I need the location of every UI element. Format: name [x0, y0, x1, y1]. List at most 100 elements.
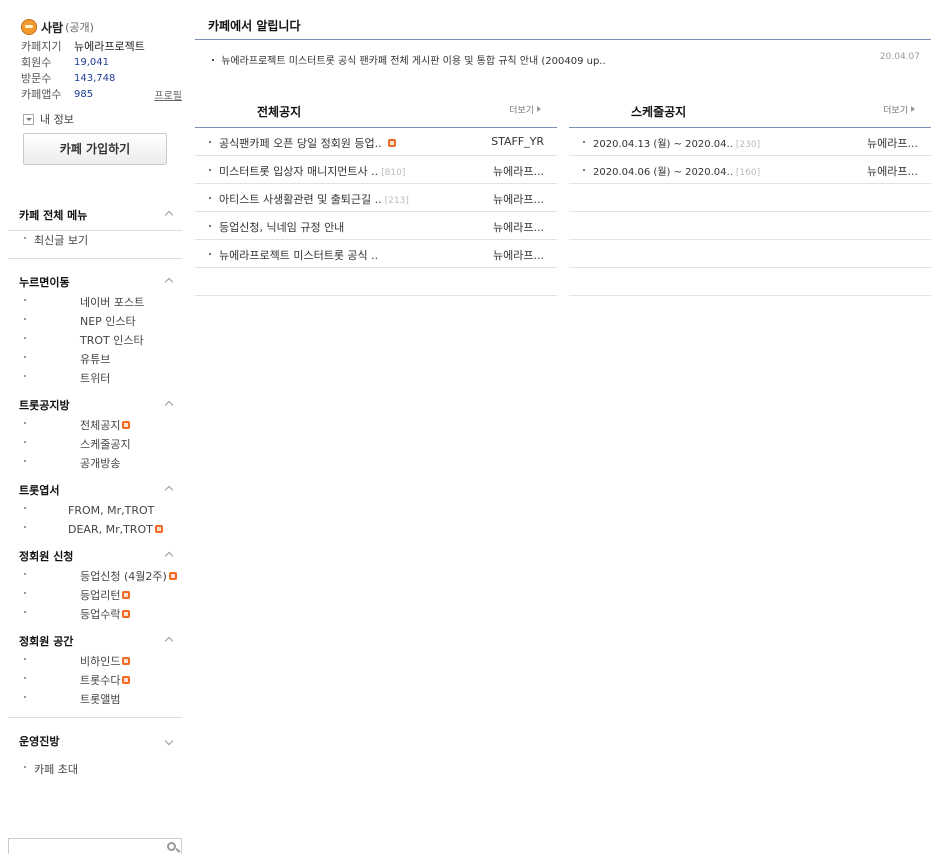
- menu-item-text[interactable]: 전체공지: [80, 419, 120, 432]
- post-title-text[interactable]: 공식팬카페 오픈 당일 정회원 등업..: [219, 137, 382, 150]
- chevron-up-icon[interactable]: [164, 485, 174, 495]
- menu-section-title[interactable]: 누르면이동: [19, 274, 70, 290]
- menu-item-text[interactable]: TROT 인스타: [80, 334, 144, 347]
- post-writer[interactable]: 뉴에라프...: [493, 219, 544, 235]
- menu-item-text[interactable]: 최신글 보기: [34, 234, 88, 247]
- menu-item[interactable]: 전체공지: [8, 416, 182, 435]
- post-title[interactable]: 미스터트롯 입상자 매니지먼트사 .. [810]: [219, 163, 405, 179]
- more-link[interactable]: 더보기: [883, 103, 915, 116]
- post-title[interactable]: 등업신청, 닉네임 규정 안내: [219, 219, 344, 235]
- menu-item-label[interactable]: 비하인드: [8, 652, 131, 671]
- post-writer[interactable]: 뉴에라프...: [493, 191, 544, 207]
- menu-section-title[interactable]: 트롯엽서: [19, 482, 59, 498]
- menu-item-label[interactable]: 트위터: [8, 369, 110, 388]
- menu-item[interactable]: 공개방송: [8, 454, 182, 473]
- menu-item-label[interactable]: 트롯수다: [8, 671, 131, 690]
- menu-item-label[interactable]: 전체공지: [8, 416, 131, 435]
- menu-section-header[interactable]: 누르면이동: [8, 271, 182, 293]
- menu-item[interactable]: 트롯앨범: [8, 690, 182, 709]
- menu-item[interactable]: 유튜브: [8, 350, 182, 369]
- menu-item-label[interactable]: DEAR, Mr,TROT: [8, 520, 163, 539]
- notice-item[interactable]: ・ 뉴에라프로젝트 미스터트롯 공식 팬카페 전체 게시판 이용 및 통합 규칙…: [208, 52, 920, 67]
- my-info-toggle[interactable]: 내 정보: [8, 110, 182, 128]
- menu-item[interactable]: DEAR, Mr,TROT: [8, 520, 182, 539]
- menu-item-label[interactable]: 트롯앨범: [8, 690, 120, 709]
- menu-item[interactable]: 비하인드: [8, 652, 182, 671]
- menu-item[interactable]: FROM, Mr,TROT: [8, 501, 182, 520]
- post-title-text[interactable]: 뉴에라프로젝트 미스터트롯 공식 ..: [219, 249, 378, 262]
- board-title[interactable]: 스케줄공지: [631, 103, 686, 120]
- join-cafe-button[interactable]: 카페 가입하기: [23, 133, 167, 165]
- menu-item-label[interactable]: 네이버 포스트: [8, 293, 144, 312]
- menu-section-header[interactable]: 정회원 신청: [8, 545, 182, 567]
- board-row[interactable]: 등업신청, 닉네임 규정 안내 뉴에라프...: [195, 212, 557, 240]
- post-title[interactable]: 공식팬카페 오픈 당일 정회원 등업..: [219, 135, 396, 151]
- menu-item-text[interactable]: 스케줄공지: [80, 438, 131, 451]
- menu-item-text[interactable]: 등업리턴: [80, 589, 120, 602]
- menu-item-label[interactable]: 유튜브: [8, 350, 110, 369]
- menu-item-label[interactable]: 공개방송: [8, 454, 120, 473]
- board-row[interactable]: 아티스트 사생활관련 및 출퇴근길 .. [213] 뉴에라프...: [195, 184, 557, 212]
- menu-item-text[interactable]: NEP 인스타: [80, 315, 136, 328]
- menu-item-label[interactable]: 카페 초대: [8, 760, 78, 779]
- cafe-search-input[interactable]: [8, 838, 182, 854]
- stat-value[interactable]: 뉴에라프로젝트: [74, 38, 145, 54]
- menu-item[interactable]: 트롯수다: [8, 671, 182, 690]
- menu-section-title[interactable]: 카페 전체 메뉴: [19, 207, 87, 223]
- notice-text[interactable]: ・ 뉴에라프로젝트 미스터트롯 공식 팬카페 전체 게시판 이용 및 통합 규칙…: [208, 52, 880, 67]
- menu-item-label[interactable]: NEP 인스타: [8, 312, 136, 331]
- post-title-text[interactable]: 미스터트롯 입상자 매니지먼트사 ..: [219, 165, 378, 178]
- menu-item-label[interactable]: 등업신청 (4월2주): [8, 567, 177, 586]
- menu-item-label[interactable]: FROM, Mr,TROT: [8, 501, 154, 520]
- board-row[interactable]: 2020.04.13 (월) ~ 2020.04.. [230] 뉴에라프...: [569, 128, 931, 156]
- menu-section-header[interactable]: 트롯공지방: [8, 394, 182, 416]
- more-link[interactable]: 더보기: [509, 103, 541, 116]
- menu-item-label[interactable]: TROT 인스타: [8, 331, 144, 350]
- menu-item-text[interactable]: 카페 초대: [34, 763, 78, 776]
- menu-item-text[interactable]: FROM, Mr,TROT: [68, 504, 154, 517]
- post-writer[interactable]: 뉴에라프...: [493, 163, 544, 179]
- chevron-up-icon[interactable]: [164, 277, 174, 287]
- board-row[interactable]: 미스터트롯 입상자 매니지먼트사 .. [810] 뉴에라프...: [195, 156, 557, 184]
- board-title[interactable]: 전체공지: [257, 103, 301, 120]
- menu-item[interactable]: 최신글 보기: [8, 231, 182, 250]
- menu-item[interactable]: 등업수락: [8, 605, 182, 624]
- menu-item-label[interactable]: 등업리턴: [8, 586, 131, 605]
- menu-item-label[interactable]: 등업수락: [8, 605, 131, 624]
- menu-item[interactable]: 트위터: [8, 369, 182, 388]
- menu-section-header[interactable]: 트롯엽서: [8, 479, 182, 501]
- post-title[interactable]: 2020.04.13 (월) ~ 2020.04.. [230]: [593, 135, 760, 150]
- chevron-up-icon[interactable]: [164, 210, 174, 220]
- menu-item[interactable]: NEP 인스타: [8, 312, 182, 331]
- chevron-down-icon[interactable]: [164, 736, 174, 746]
- chevron-up-icon[interactable]: [164, 636, 174, 646]
- menu-item-text[interactable]: 등업수락: [80, 608, 120, 621]
- post-title-text[interactable]: 아티스트 사생활관련 및 출퇴근길 ..: [219, 193, 382, 206]
- menu-item-text[interactable]: 트위터: [80, 372, 110, 385]
- menu-section-title[interactable]: 정회원 공간: [19, 633, 73, 649]
- post-title[interactable]: 아티스트 사생활관련 및 출퇴근길 .. [213]: [219, 191, 409, 207]
- post-title-text[interactable]: 등업신청, 닉네임 규정 안내: [219, 221, 344, 234]
- post-title-text[interactable]: 2020.04.13 (월) ~ 2020.04..: [593, 139, 733, 150]
- post-writer[interactable]: 뉴에라프...: [867, 163, 918, 179]
- menu-section-title[interactable]: 정회원 신청: [19, 548, 73, 564]
- post-title[interactable]: 2020.04.06 (월) ~ 2020.04.. [160]: [593, 163, 760, 178]
- notice-text-value[interactable]: 뉴에라프로젝트 미스터트롯 공식 팬카페 전체 게시판 이용 및 통합 규칙 안…: [221, 56, 605, 67]
- menu-item[interactable]: 스케줄공지: [8, 435, 182, 454]
- menu-item[interactable]: 등업신청 (4월2주): [8, 567, 182, 586]
- menu-item-text[interactable]: 비하인드: [80, 655, 120, 668]
- post-writer[interactable]: 뉴에라프...: [493, 247, 544, 263]
- menu-item[interactable]: 등업리턴: [8, 586, 182, 605]
- menu-item-label[interactable]: 최신글 보기: [8, 231, 88, 250]
- menu-item-text[interactable]: 공개방송: [80, 457, 120, 470]
- post-writer[interactable]: STAFF_YR: [491, 135, 544, 148]
- menu-section-header[interactable]: 정회원 공간: [8, 630, 182, 652]
- chevron-up-icon[interactable]: [164, 400, 174, 410]
- menu-item[interactable]: TROT 인스타: [8, 331, 182, 350]
- search-icon[interactable]: [167, 842, 176, 851]
- board-row[interactable]: 2020.04.06 (월) ~ 2020.04.. [160] 뉴에라프...: [569, 156, 931, 184]
- menu-item[interactable]: 네이버 포스트: [8, 293, 182, 312]
- menu-section-title[interactable]: 운영진방: [19, 733, 59, 749]
- chevron-up-icon[interactable]: [164, 551, 174, 561]
- menu-item-text[interactable]: 등업신청 (4월2주): [80, 570, 167, 583]
